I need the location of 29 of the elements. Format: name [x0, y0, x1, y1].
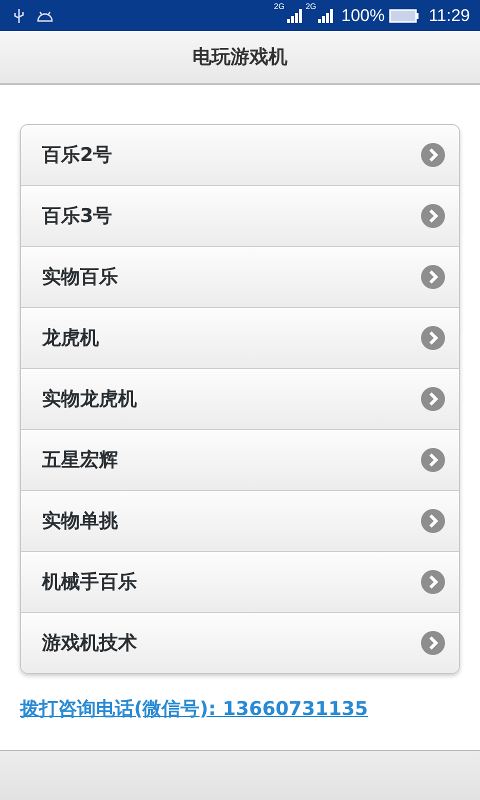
clock: 11:29 — [428, 6, 470, 26]
menu-item[interactable]: 龙虎机 — [21, 307, 459, 368]
signal-icon — [286, 8, 302, 22]
menu-item[interactable]: 五星宏辉 — [21, 429, 459, 490]
menu-item[interactable]: 游戏机技术 — [21, 612, 459, 673]
chevron-right-icon — [421, 326, 445, 350]
chevron-right-icon — [421, 204, 445, 228]
chevron-right-icon — [421, 509, 445, 533]
chevron-right-icon — [421, 265, 445, 289]
network-type-label: 2G — [274, 2, 285, 10]
battery-icon — [388, 8, 419, 22]
menu-item[interactable]: 实物龙虎机 — [21, 368, 459, 429]
network-type-label: 2G — [306, 2, 316, 10]
chevron-right-icon — [421, 143, 445, 167]
menu-item[interactable]: 实物单挑 — [21, 490, 459, 551]
menu-item[interactable]: 实物百乐 — [21, 246, 459, 307]
chevron-right-icon — [421, 448, 445, 472]
contact-phone-link[interactable]: 拨打咨询电话(微信号): 13660731135 — [20, 696, 368, 722]
menu-item[interactable]: 百乐3号 — [21, 185, 459, 246]
signal-icon — [317, 8, 334, 22]
battery-percentage: 100% — [341, 6, 385, 26]
menu-item[interactable]: 机械手百乐 — [21, 551, 459, 612]
android-icon — [36, 10, 54, 22]
usb-icon — [14, 8, 24, 24]
chevron-right-icon — [421, 387, 445, 411]
chevron-right-icon — [421, 570, 445, 594]
page-title: 电玩游戏机 — [192, 45, 288, 70]
menu-item[interactable]: 百乐2号 — [21, 125, 459, 185]
chevron-right-icon — [421, 631, 445, 655]
